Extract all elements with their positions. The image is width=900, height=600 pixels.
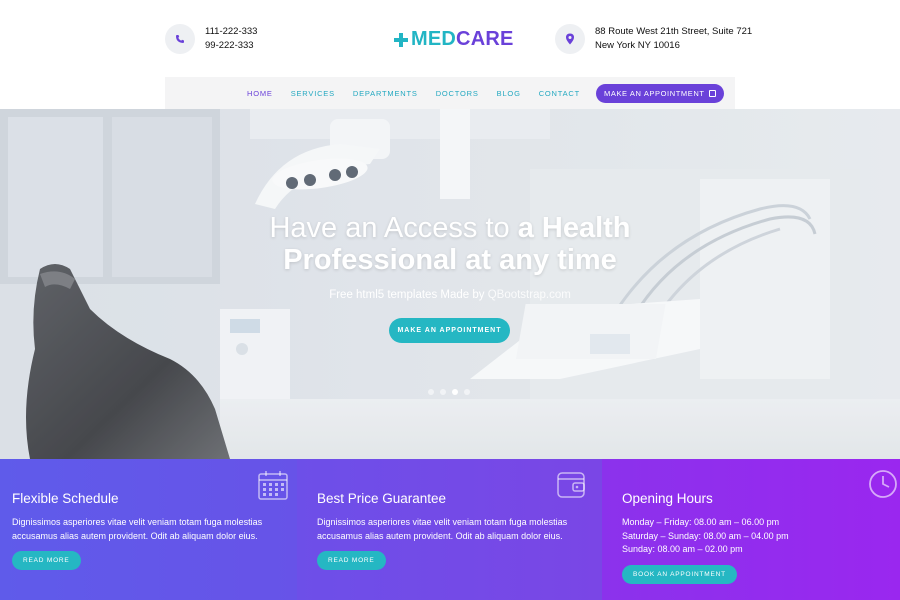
read-more-button[interactable]: READ MORE [12,551,81,570]
hours-sunday: Sunday: 08.00 am – 02.00 pm [622,544,743,554]
location-pin-icon [555,24,585,54]
feature-description: Dignissimos asperiores vitae velit venia… [317,517,568,541]
hero-subtitle-text: Free html5 templates Made by [329,289,488,301]
slider-dot-2[interactable] [440,389,446,395]
top-header: 111-222-333 99-222-333 MED CARE 88 Route … [0,0,900,78]
slider-dot-1[interactable] [428,389,434,395]
opening-hours-list: Monday – Friday: 08.00 am – 06.00 pm Sat… [622,516,888,557]
hero-title-light: Have an Access to [269,212,518,244]
main-navigation: HOME SERVICES DEPARTMENTS DOCTORS BLOG C… [165,77,735,109]
calendar-icon [708,89,716,97]
feature-title: Best Price Guarantee [317,491,447,506]
feature-description: Dignissimos asperiores vitae velit venia… [12,517,263,541]
phone-number-2[interactable]: 99-222-333 [205,39,257,53]
nav-appointment-label: MAKE AN APPOINTMENT [604,88,705,98]
calendar-icon [258,471,288,500]
hero-subtitle-brand-link[interactable]: QBootstrap.com [488,289,571,301]
slider-dots [428,389,476,395]
phone-number-1[interactable]: 111-222-333 [205,25,257,39]
hero-subtitle: Free html5 templates Made by QBootstrap.… [0,289,900,301]
hero-title-bold: a Health [517,212,631,244]
phone-icon [165,24,195,54]
hero-appointment-button[interactable]: MAKE AN APPOINTMENT [389,318,510,343]
logo-text-med: MED [411,28,457,50]
phone-contact: 111-222-333 99-222-333 [165,24,257,54]
feature-flexible-schedule: Flexible Schedule Dignissimos asperiores… [0,459,297,600]
nav-item-contact[interactable]: CONTACT [539,89,580,98]
hero-title-line-1: Have an Access to a Health [0,212,900,244]
slider-dot-3[interactable] [452,389,458,395]
slider-dot-4[interactable] [464,389,470,395]
book-appointment-button[interactable]: BOOK AN APPOINTMENT [622,565,737,584]
nav-item-home[interactable]: HOME [247,89,273,98]
nav-item-services[interactable]: SERVICES [291,89,335,98]
hero-slider: Have an Access to a Health Professional … [0,109,900,459]
feature-opening-hours: Opening Hours Monday – Friday: 08.00 am … [602,459,900,600]
nav-appointment-button[interactable]: MAKE AN APPOINTMENT [596,83,724,103]
feature-section: Flexible Schedule Dignissimos asperiores… [0,459,900,600]
clock-icon [869,470,897,498]
hero-background-image [0,109,900,459]
hero-title-line-2: Professional at any time [283,244,617,276]
address-line-2: New York NY 10016 [595,40,680,51]
nav-item-blog[interactable]: BLOG [497,89,521,98]
feature-title: Opening Hours [622,491,713,506]
logo-text-care: CARE [456,28,514,50]
wallet-icon [557,472,585,498]
address-line-1: 88 Route West 21th Street, Suite 721 [595,26,753,37]
address-contact: 88 Route West 21th Street, Suite 721 New… [555,24,752,54]
medical-cross-icon [394,32,408,47]
read-more-button[interactable]: READ MORE [317,551,386,570]
feature-best-price: Best Price Guarantee Dignissimos asperio… [297,459,602,600]
hours-weekday: Monday – Friday: 08.00 am – 06.00 pm [622,517,780,527]
feature-title: Flexible Schedule [12,491,119,506]
site-logo[interactable]: MED CARE [394,28,514,51]
hours-saturday-sunday: Saturday – Sunday: 08.00 am – 04.00 pm [622,530,789,541]
nav-item-departments[interactable]: DEPARTMENTS [353,89,418,98]
nav-item-doctors[interactable]: DOCTORS [436,89,479,98]
